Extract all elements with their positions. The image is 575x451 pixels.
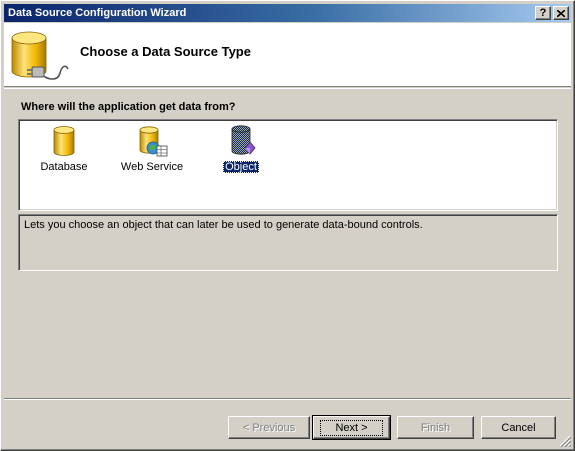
title-bar[interactable]: Data Source Configuration Wizard ? [4,4,571,22]
header-divider [4,88,571,89]
source-question-label: Where will the application get data from… [21,101,236,113]
window-title: Data Source Configuration Wizard [8,7,187,19]
page-title: Choose a Data Source Type [80,44,251,59]
type-item-web-service[interactable]: Web Service [116,124,188,182]
database-icon [53,126,75,156]
close-button[interactable] [553,6,569,20]
finish-button[interactable]: Finish [397,416,474,439]
database-plug-icon [11,31,69,80]
help-button[interactable]: ? [535,6,551,20]
close-icon [557,9,565,17]
type-item-label: Database [40,161,88,173]
cancel-button[interactable]: Cancel [481,416,556,439]
data-source-type-list[interactable]: Database Web Service Object [18,119,558,211]
type-item-object[interactable]: Object [205,124,277,182]
footer-divider [4,398,571,400]
previous-button[interactable]: < Previous [228,416,310,439]
wizard-window: Data Source Configuration Wizard ? Choos… [0,0,575,451]
resize-grip-icon[interactable] [559,435,571,447]
type-item-database[interactable]: Database [28,124,100,182]
next-button[interactable]: Next > [312,415,391,440]
type-item-label: Object [223,161,259,173]
next-button-label: Next > [320,419,383,436]
wizard-header: Choose a Data Source Type [4,23,571,87]
object-icon [231,125,256,155]
web-service-icon [139,126,168,157]
type-description: Lets you choose an object that can later… [18,214,558,271]
type-item-label: Web Service [120,161,184,173]
